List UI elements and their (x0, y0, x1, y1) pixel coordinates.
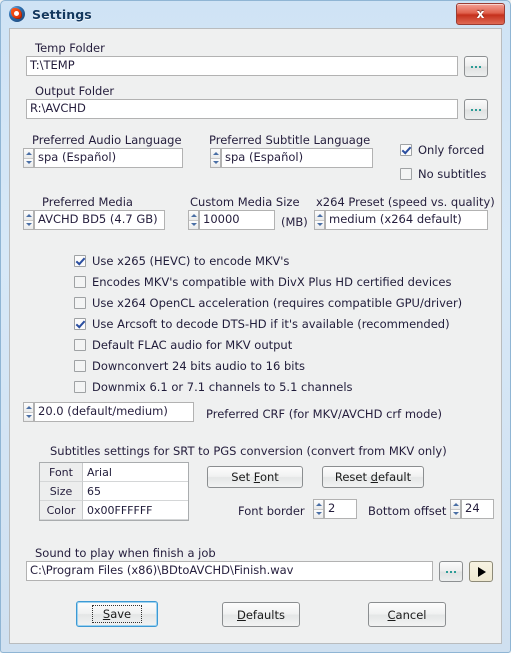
checkbox-downmix-51-label: Downmix 6.1 or 7.1 channels to 5.1 chann… (92, 380, 353, 394)
set-font-button[interactable]: Set Font (207, 466, 303, 488)
subtitles-section-heading: Subtitles settings for SRT to PGS conver… (50, 444, 447, 458)
checkbox-opencl[interactable]: Use x264 OpenCL acceleration (requires c… (74, 296, 462, 310)
font-key: Font (40, 463, 83, 482)
checkbox-arcsoft-dtshd-label: Use Arcsoft to decode DTS-HD if it's ava… (92, 317, 450, 331)
checkbox-use-x265[interactable]: Use x265 (HEVC) to encode MKV's (74, 254, 289, 268)
checkbox-divx-plus-hd[interactable]: Encodes MKV's compatible with DivX Plus … (74, 275, 451, 289)
output-folder-label: Output Folder (35, 84, 115, 98)
checkmark-icon (74, 318, 86, 330)
checkbox-box-icon (74, 339, 86, 351)
checkbox-no-subtitles-label: No subtitles (418, 167, 487, 181)
checkbox-opencl-label: Use x264 OpenCL acceleration (requires c… (92, 296, 463, 310)
temp-folder-input[interactable]: T:\TEMP (26, 56, 458, 76)
output-folder-browse-button[interactable] (464, 99, 488, 120)
subtitle-language-label: Preferred Subtitle Language (209, 133, 371, 147)
crf-spinner[interactable] (23, 402, 34, 422)
cancel-button[interactable]: Cancel (368, 602, 446, 627)
checkbox-box-icon (74, 297, 86, 309)
window-title: Settings (32, 6, 92, 22)
set-font-post: ont (259, 470, 279, 484)
preferred-media-spinner[interactable] (23, 210, 34, 230)
crf-label: Preferred CRF (for MKV/AVCHD crf mode) (206, 407, 442, 421)
temp-folder-label: Temp Folder (35, 41, 105, 55)
titlebar: Settings x (1, 1, 510, 27)
checkbox-downconvert-24bit-label: Downconvert 24 bits audio to 16 bits (92, 359, 305, 373)
subtitle-language-spinner[interactable] (210, 148, 221, 168)
checkmark-icon (400, 144, 412, 156)
reset-default-button[interactable]: Reset default (322, 466, 424, 488)
checkbox-box-icon (74, 381, 86, 393)
save-button[interactable]: Save (76, 601, 158, 627)
preferred-media-input[interactable]: AVCHD BD5 (4.7 GB) (34, 210, 165, 230)
font-value[interactable]: Arial (83, 463, 188, 482)
x264-preset-input[interactable]: medium (x264 default) (325, 210, 488, 230)
checkbox-only-forced[interactable]: Only forced (400, 143, 484, 157)
checkbox-box-icon (400, 168, 412, 180)
reset-pre: Reset (334, 470, 371, 484)
defaults-button[interactable]: Defaults (222, 602, 300, 627)
bottom-offset-label: Bottom offset (368, 504, 447, 518)
crf-input[interactable]: 20.0 (default/medium) (34, 402, 194, 422)
temp-folder-browse-button[interactable] (464, 56, 488, 77)
defaults-post: efaults (245, 607, 285, 622)
checkbox-divx-plus-hd-label: Encodes MKV's compatible with DivX Plus … (92, 275, 452, 289)
cancel-accel: C (387, 607, 396, 622)
size-key: Size (40, 482, 83, 501)
bottom-offset-input[interactable]: 24 (461, 499, 494, 519)
custom-media-size-input[interactable]: 10000 (199, 210, 275, 230)
preferred-media-label: Preferred Media (42, 195, 133, 209)
checkbox-downconvert-24bit[interactable]: Downconvert 24 bits audio to 16 bits (74, 359, 305, 373)
x264-preset-label: x264 Preset (speed vs. quality) (316, 195, 495, 209)
custom-media-size-spinner[interactable] (188, 210, 199, 230)
x264-preset-spinner[interactable] (314, 210, 325, 230)
font-border-spinner[interactable] (313, 499, 324, 519)
font-settings-grid: Font Arial Size 65 Color 0x00FFFFFF (39, 462, 189, 521)
close-icon[interactable]: x (456, 3, 505, 25)
output-folder-input[interactable]: R:\AVCHD (26, 99, 458, 119)
bottom-offset-spinner[interactable] (450, 499, 461, 519)
save-post: ave (110, 607, 132, 621)
custom-media-size-unit: (MB) (281, 215, 308, 229)
play-icon[interactable] (469, 561, 493, 582)
checkbox-downmix-51[interactable]: Downmix 6.1 or 7.1 channels to 5.1 chann… (74, 380, 353, 394)
font-border-input[interactable]: 2 (324, 499, 357, 519)
audio-language-spinner[interactable] (23, 148, 34, 168)
reset-post: efault (377, 470, 412, 484)
settings-window: Settings x Temp Folder T:\TEMP Output Fo… (0, 0, 511, 653)
audio-language-input[interactable]: spa (Español) (34, 148, 183, 168)
font-border-label: Font border (238, 504, 305, 518)
checkbox-only-forced-label: Only forced (418, 143, 485, 157)
cancel-post: ancel (395, 607, 427, 622)
checkbox-use-x265-label: Use x265 (HEVC) to encode MKV's (92, 254, 290, 268)
size-value[interactable]: 65 (83, 482, 188, 501)
sound-browse-button[interactable] (439, 561, 463, 582)
custom-media-size-label: Custom Media Size (190, 195, 300, 209)
checkbox-arcsoft-dtshd[interactable]: Use Arcsoft to decode DTS-HD if it's ava… (74, 317, 450, 331)
color-key: Color (40, 501, 83, 520)
defaults-accel: D (236, 607, 246, 622)
app-sphere-icon (9, 6, 25, 22)
checkmark-icon (74, 255, 86, 267)
reset-accel: d (370, 470, 378, 484)
color-value[interactable]: 0x00FFFFFF (83, 501, 188, 520)
checkbox-default-flac[interactable]: Default FLAC audio for MKV output (74, 338, 292, 352)
checkbox-default-flac-label: Default FLAC audio for MKV output (92, 338, 293, 352)
sound-path-input[interactable]: C:\Program Files (x86)\BDtoAVCHD\Finish.… (26, 561, 433, 581)
audio-language-label: Preferred Audio Language (32, 133, 182, 147)
sound-label: Sound to play when finish a job (35, 546, 216, 560)
settings-panel: Temp Folder T:\TEMP Output Folder R:\AVC… (9, 28, 502, 644)
checkbox-box-icon (74, 360, 86, 372)
subtitle-language-input[interactable]: spa (Español) (221, 148, 373, 168)
checkbox-box-icon (74, 276, 86, 288)
set-font-pre: Set (231, 470, 254, 484)
checkbox-no-subtitles[interactable]: No subtitles (400, 167, 486, 181)
